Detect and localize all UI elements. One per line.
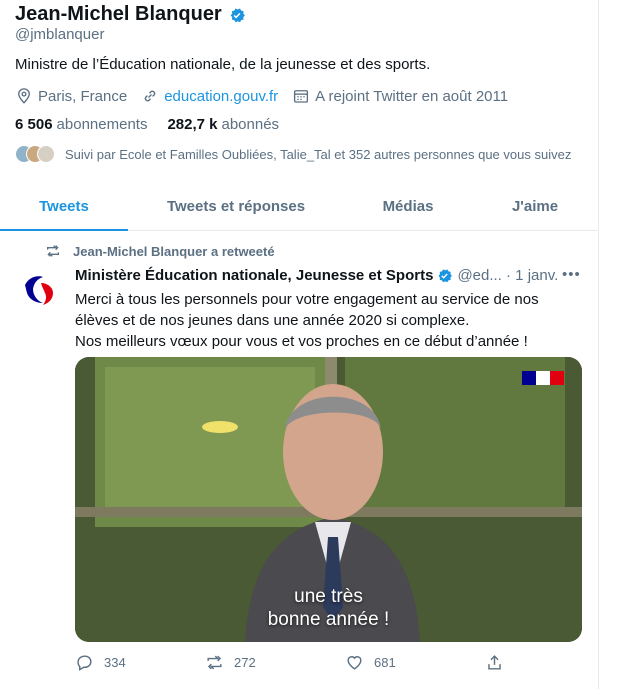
profile-meta: Paris, France education.gouv.fr A rejoin… [15, 87, 522, 105]
tweet-author-name[interactable]: Ministère Éducation nationale, Jeunesse … [75, 267, 433, 284]
website-item[interactable]: education.gouv.fr [141, 87, 278, 105]
caption-line: une très [294, 586, 363, 607]
profile-tabs: Tweets Tweets et réponses Médias J'aime [0, 183, 598, 231]
tab-tweets[interactable]: Tweets [0, 183, 128, 231]
tab-media[interactable]: Médias [344, 183, 472, 230]
tweet-header: Ministère Éducation nationale, Jeunesse … [75, 267, 558, 284]
video-caption: une très bonne année ! [75, 585, 582, 631]
more-options-icon[interactable]: ••• [562, 266, 581, 283]
following-count: 6 506 [15, 116, 53, 133]
verified-badge-icon [438, 269, 453, 283]
profile-name: Jean-Michel Blanquer [15, 3, 246, 26]
reply-button[interactable]: 334 [75, 653, 205, 672]
tweet-handle-time[interactable]: @ed... · 1 janv. [457, 267, 558, 284]
follower-avatars [15, 145, 55, 163]
profile-counts: 6 506 abonnements 282,7 k abonnés [15, 116, 299, 133]
profile-bio: Ministre de l’Éducation nationale, de la… [15, 56, 431, 73]
retweet-button[interactable]: 272 [205, 653, 345, 672]
following-link[interactable]: 6 506 abonnements [15, 116, 147, 133]
share-button[interactable] [485, 653, 514, 672]
verified-badge-icon [230, 8, 245, 22]
profile-column: Jean-Michel Blanquer @jmblanquer Ministr… [0, 0, 599, 689]
location-text: Paris, France [38, 87, 128, 105]
joined-item: A rejoint Twitter en août 2011 [292, 87, 508, 105]
location-pin-icon [18, 88, 30, 104]
followers-count: 282,7 k [167, 116, 218, 133]
retweet-icon [47, 245, 59, 257]
link-icon [144, 90, 156, 102]
tab-label: Tweets et réponses [166, 198, 306, 215]
location-item: Paris, France [15, 87, 127, 105]
profile-handle: @jmblanquer [15, 26, 105, 43]
followers-label: abonnés [221, 116, 280, 133]
retweet-icon [207, 655, 222, 670]
followed-by-text: Suivi par Ecole et Familles Oubliées, Ta… [65, 146, 572, 162]
tweet-author-avatar[interactable] [15, 265, 63, 313]
tab-label: Tweets [39, 198, 89, 215]
tweet-actions: 334 272 681 [75, 653, 515, 672]
heart-icon [347, 656, 362, 670]
retweet-notice[interactable]: Jean-Michel Blanquer a retweeté [45, 243, 275, 259]
followed-by[interactable]: Suivi par Ecole et Familles Oubliées, Ta… [15, 145, 571, 163]
reply-icon [77, 655, 92, 671]
retweet-notice-text: Jean-Michel Blanquer a retweeté [73, 243, 275, 259]
tweet-text: Merci à tous les personnels pour votre e… [75, 289, 580, 352]
website-link[interactable]: education.gouv.fr [164, 88, 278, 105]
tweet-text-line: Merci à tous les personnels pour votre e… [75, 291, 539, 329]
caption-line: bonne année ! [267, 609, 390, 630]
tab-label: J'aime [511, 198, 559, 215]
tweet-text-line: Nos meilleurs vœux pour vous et vos proc… [75, 333, 528, 350]
marianne-logo-icon [15, 265, 63, 313]
joined-text: A rejoint Twitter en août 2011 [315, 87, 509, 105]
calendar-icon [294, 90, 309, 103]
share-icon [488, 655, 501, 670]
following-label: abonnements [56, 116, 148, 133]
profile-name-text: Jean-Michel Blanquer [15, 3, 222, 25]
tab-tweets-replies[interactable]: Tweets et réponses [128, 183, 344, 230]
like-button[interactable]: 681 [345, 653, 485, 672]
tab-likes[interactable]: J'aime [472, 183, 598, 230]
tab-label: Médias [382, 198, 434, 215]
tweet-video[interactable]: une très bonne année ! [75, 357, 582, 642]
like-count: 681 [374, 655, 396, 670]
retweet-count: 272 [234, 655, 256, 670]
followers-link[interactable]: 282,7 k abonnés [167, 116, 279, 133]
french-flag-icon [522, 371, 564, 385]
avatar [37, 145, 55, 163]
reply-count: 334 [104, 655, 126, 670]
